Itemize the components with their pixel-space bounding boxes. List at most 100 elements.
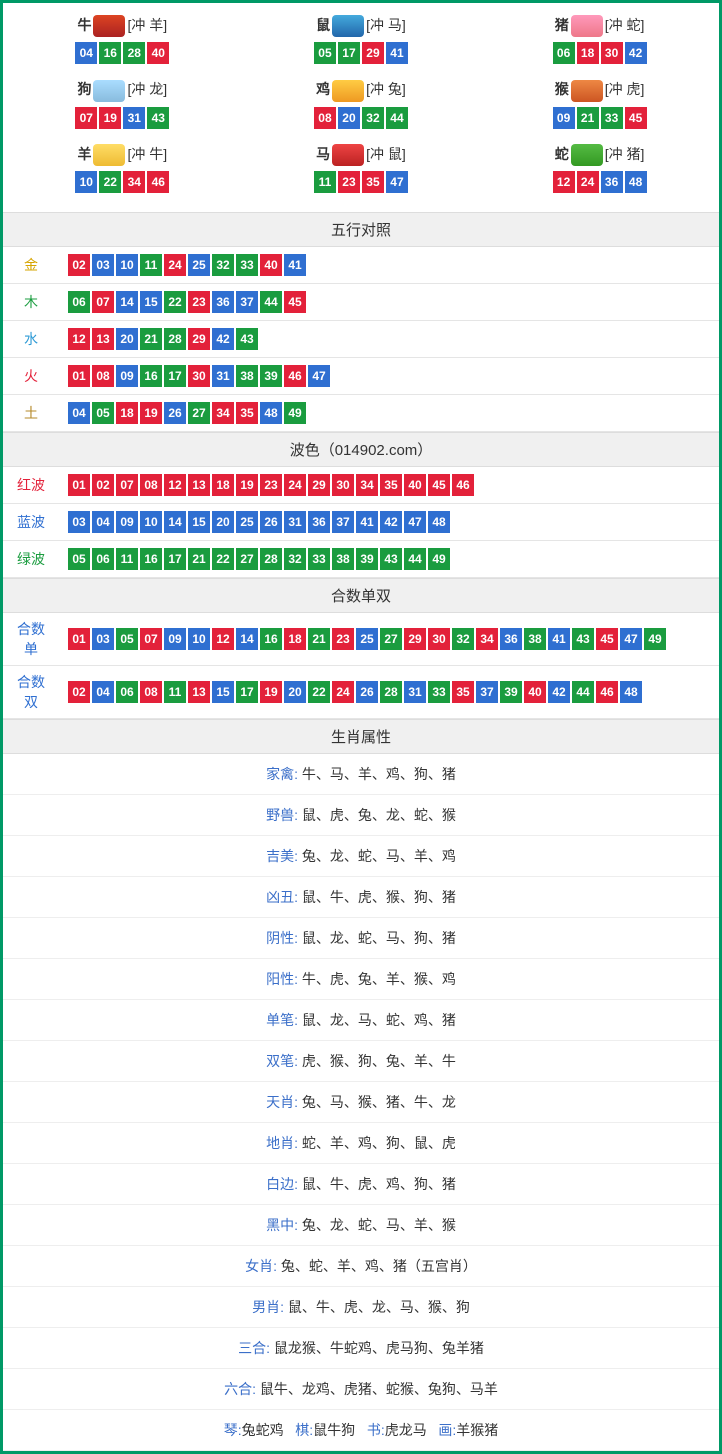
number-ball: 49 [644, 628, 666, 650]
number-ball: 14 [164, 511, 186, 533]
number-ball: 22 [212, 548, 234, 570]
zodiac-numbers: 12243648 [480, 170, 719, 194]
number-ball: 18 [212, 474, 234, 496]
number-ball: 04 [92, 511, 114, 533]
number-ball: 39 [260, 365, 282, 387]
zodiac-chong: [冲 牛] [127, 146, 167, 162]
number-ball: 36 [601, 171, 623, 193]
attr-value: 兔、龙、蛇、马、羊、猴 [298, 1217, 456, 1233]
number-ball: 30 [601, 42, 623, 64]
zodiac-name: 马 [316, 146, 330, 162]
number-ball: 04 [75, 42, 97, 64]
number-ball: 42 [548, 681, 570, 703]
zodiac-name: 牛 [77, 17, 91, 33]
attr-value: 兔、蛇、羊、鸡、猪（五宫肖） [277, 1258, 477, 1274]
number-ball: 38 [524, 628, 546, 650]
number-ball: 01 [68, 365, 90, 387]
number-ball: 20 [116, 328, 138, 350]
number-ball: 40 [524, 681, 546, 703]
row-label: 火 [3, 357, 59, 394]
number-ball: 47 [308, 365, 330, 387]
attr-key: 天肖: [266, 1094, 298, 1110]
attr-value: 鼠、龙、马、蛇、鸡、猪 [298, 1012, 456, 1028]
zodiac-numbers: 11233547 [242, 170, 481, 194]
number-ball: 23 [332, 628, 354, 650]
number-ball: 37 [332, 511, 354, 533]
number-ball: 41 [386, 42, 408, 64]
attr-key: 六合: [224, 1381, 256, 1397]
number-ball: 15 [188, 511, 210, 533]
zodiac-chong: [冲 羊] [127, 17, 167, 33]
bose-table: 红波0102070812131819232429303435404546蓝波03… [3, 467, 719, 578]
number-ball: 16 [140, 548, 162, 570]
table-row: 合数双0204060811131517192022242628313335373… [3, 665, 719, 718]
attr-value: 鼠、牛、虎、鸡、狗、猪 [298, 1176, 456, 1192]
attr-key: 野兽: [266, 807, 298, 823]
number-ball: 10 [75, 171, 97, 193]
number-ball: 17 [164, 548, 186, 570]
number-ball: 23 [338, 171, 360, 193]
number-ball: 30 [188, 365, 210, 387]
row-label: 水 [3, 320, 59, 357]
row-numbers: 0102070812131819232429303435404546 [59, 467, 719, 504]
wuxing-table: 金02031011242532334041木060714152223363744… [3, 247, 719, 432]
four-arts-key: 书: [367, 1422, 385, 1438]
snake-icon [571, 144, 603, 166]
number-ball: 01 [68, 474, 90, 496]
number-ball: 08 [140, 681, 162, 703]
zodiac-chong: [冲 鼠] [366, 146, 406, 162]
number-ball: 15 [212, 681, 234, 703]
attr-row: 野兽: 鼠、虎、兔、龙、蛇、猴 [3, 795, 719, 836]
zodiac-numbers: 10223446 [3, 170, 242, 194]
attr-row: 男肖: 鼠、牛、虎、龙、马、猴、狗 [3, 1287, 719, 1328]
number-ball: 41 [284, 254, 306, 276]
attr-key: 单笔: [266, 1012, 298, 1028]
number-ball: 28 [260, 548, 282, 570]
number-ball: 24 [332, 681, 354, 703]
attr-key: 吉美: [266, 848, 298, 864]
attr-key: 阴性: [266, 930, 298, 946]
pig-icon [571, 15, 603, 37]
attr-row: 凶丑: 鼠、牛、虎、猴、狗、猪 [3, 877, 719, 918]
number-ball: 46 [284, 365, 306, 387]
number-ball: 40 [404, 474, 426, 496]
number-ball: 06 [92, 548, 114, 570]
heshu-table: 合数单0103050709101214161821232527293032343… [3, 613, 719, 719]
four-arts-key: 琴: [224, 1422, 242, 1438]
number-ball: 46 [147, 171, 169, 193]
attr-key: 凶丑: [266, 889, 298, 905]
attr-key: 阳性: [266, 971, 298, 987]
number-ball: 07 [75, 107, 97, 129]
number-ball: 28 [123, 42, 145, 64]
number-ball: 43 [147, 107, 169, 129]
number-ball: 07 [92, 291, 114, 313]
zodiac-chong: [冲 龙] [127, 81, 167, 97]
number-ball: 34 [212, 402, 234, 424]
number-ball: 27 [380, 628, 402, 650]
goat-icon [93, 144, 125, 166]
number-ball: 06 [553, 42, 575, 64]
number-ball: 33 [308, 548, 330, 570]
number-ball: 19 [99, 107, 121, 129]
attr-key: 黑中: [266, 1217, 298, 1233]
number-ball: 44 [404, 548, 426, 570]
number-ball: 40 [260, 254, 282, 276]
table-row: 蓝波03040910141520252631363741424748 [3, 503, 719, 540]
attr-key: 男肖: [252, 1299, 284, 1315]
zodiac-cell: 蛇[冲 猪]12243648 [480, 140, 719, 204]
number-ball: 37 [476, 681, 498, 703]
number-ball: 14 [236, 628, 258, 650]
four-arts-pair: 棋:鼠牛狗 [295, 1422, 355, 1438]
number-ball: 20 [212, 511, 234, 533]
section-head-wuxing: 五行对照 [3, 212, 719, 247]
number-ball: 48 [625, 171, 647, 193]
number-ball: 37 [236, 291, 258, 313]
table-row: 火0108091617303138394647 [3, 357, 719, 394]
number-ball: 14 [116, 291, 138, 313]
number-ball: 36 [308, 511, 330, 533]
section-head-bose: 波色（014902.com） [3, 432, 719, 467]
number-ball: 20 [284, 681, 306, 703]
number-ball: 30 [332, 474, 354, 496]
attr-value: 兔、龙、蛇、马、羊、鸡 [298, 848, 456, 864]
number-ball: 42 [380, 511, 402, 533]
